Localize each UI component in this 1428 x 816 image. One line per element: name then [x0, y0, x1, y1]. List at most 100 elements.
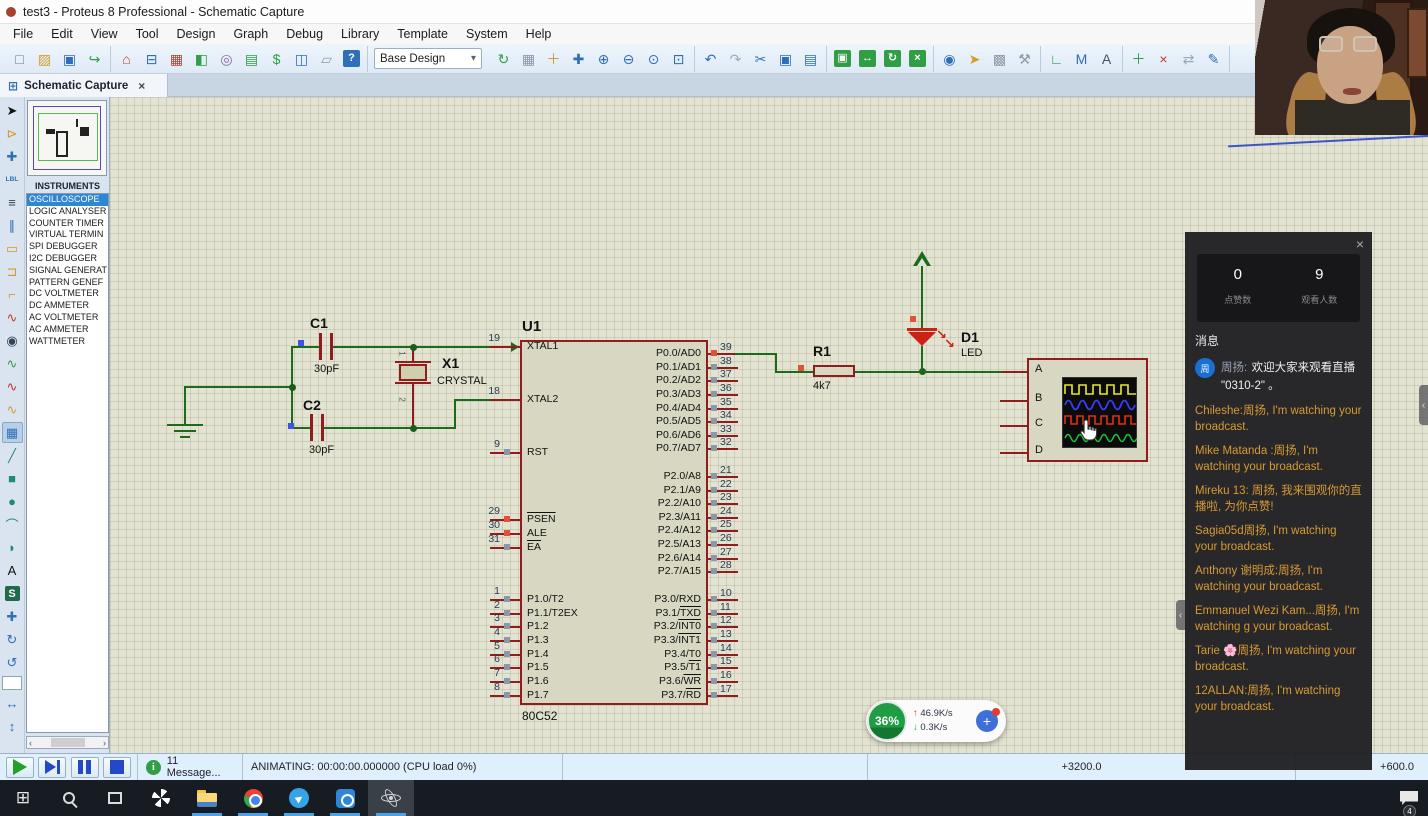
paste-button[interactable]: ▤: [799, 47, 822, 70]
taskbar-search[interactable]: [46, 780, 92, 816]
help-button[interactable]: ?: [340, 47, 363, 70]
3d-viewer-button[interactable]: ◧: [190, 47, 213, 70]
new-design-button[interactable]: □: [8, 47, 31, 70]
chat-collapse-handle[interactable]: ‹: [1176, 600, 1185, 630]
instrument-counter-timer[interactable]: COUNTER TIMER: [27, 218, 108, 230]
scroll-left-icon[interactable]: ‹: [29, 738, 32, 748]
toggle-grid-button[interactable]: ▦: [517, 47, 540, 70]
graph-mode-button[interactable]: ∿: [2, 307, 23, 328]
menu-graph[interactable]: Graph: [224, 25, 277, 43]
decompose-button[interactable]: ⚒: [1013, 47, 1036, 70]
search-and-tag-button[interactable]: M: [1070, 47, 1093, 70]
play-button[interactable]: [6, 757, 34, 778]
pause-button[interactable]: [71, 757, 99, 778]
instrument-dc-voltmeter[interactable]: DC VOLTMETER: [27, 288, 108, 300]
menu-library[interactable]: Library: [332, 25, 388, 43]
design-notes-button[interactable]: ✎: [1202, 47, 1225, 70]
project-notes-button[interactable]: ▱: [315, 47, 338, 70]
close-icon[interactable]: ×: [1356, 236, 1364, 252]
device-pin-mode-button[interactable]: ⌐: [2, 284, 23, 305]
rotate-anticlockwise-button[interactable]: ↺: [2, 652, 23, 673]
voltage-probe-mode-button[interactable]: ∿: [2, 376, 23, 397]
save-design-button[interactable]: ▣: [58, 47, 81, 70]
scrollbar-thumb[interactable]: [51, 738, 85, 747]
schematic-overview[interactable]: [27, 100, 107, 176]
zoom-out-button[interactable]: ⊖: [617, 47, 640, 70]
origin-button[interactable]: ＋: [542, 47, 565, 70]
text-script-mode-button[interactable]: ≡: [2, 192, 23, 213]
scroll-right-icon[interactable]: ›: [103, 738, 106, 748]
instrument-virtual-termin[interactable]: VIRTUAL TERMIN: [27, 229, 108, 241]
instrument-wattmeter[interactable]: WATTMETER: [27, 336, 108, 348]
instrument-i2c-debugger[interactable]: I2C DEBUGGER: [27, 253, 108, 265]
taskbar-proteus[interactable]: [368, 780, 414, 816]
home-page-button[interactable]: ⌂: [115, 47, 138, 70]
instrument-oscilloscope[interactable]: OSCILLOSCOPE: [27, 194, 108, 206]
new-sheet-button[interactable]: ＋: [1127, 47, 1150, 70]
2d-symbol-button[interactable]: S: [2, 583, 23, 604]
menu-help[interactable]: Help: [517, 25, 561, 43]
current-probe-mode-button[interactable]: ∿: [2, 399, 23, 420]
virtual-instruments-mode-button[interactable]: ▦: [2, 422, 23, 443]
component-mode-button[interactable]: ⊳: [2, 123, 23, 144]
subcircuit-mode-button[interactable]: ▭: [2, 238, 23, 259]
wire-autorouter-button[interactable]: ∟: [1045, 47, 1068, 70]
chat-message-list[interactable]: 周 周扬: 欢迎大家来观看直播 "0310-2" 。 Chileshe:周扬, …: [1185, 354, 1372, 764]
wire-label-mode-button[interactable]: LBL: [2, 169, 23, 190]
instrument-pattern-genef[interactable]: PATTERN GENEF: [27, 277, 108, 289]
zoom-in-button[interactable]: ⊕: [592, 47, 615, 70]
vsm-studio-button[interactable]: ◫: [290, 47, 313, 70]
taskbar-camera-app[interactable]: [322, 780, 368, 816]
panel-scrollbar[interactable]: ‹ ›: [26, 736, 109, 749]
instrument-logic-analyser[interactable]: LOGIC ANALYSER: [27, 206, 108, 218]
redraw-button[interactable]: ↻: [492, 47, 515, 70]
stop-button[interactable]: [103, 757, 131, 778]
property-assignment-button[interactable]: A: [1095, 47, 1118, 70]
2d-arc-button[interactable]: ⌒: [2, 514, 23, 535]
menu-view[interactable]: View: [82, 25, 127, 43]
design-explorer-button[interactable]: ▤: [240, 47, 263, 70]
taskbar-pinwheel-app[interactable]: [138, 780, 184, 816]
junction-mode-button[interactable]: ✚: [2, 146, 23, 167]
taskbar-messenger-app[interactable]: ▶: [276, 780, 322, 816]
taskbar-file-explorer[interactable]: [184, 780, 230, 816]
bus-mode-button[interactable]: ∥: [2, 215, 23, 236]
menu-system[interactable]: System: [457, 25, 517, 43]
menu-debug[interactable]: Debug: [277, 25, 332, 43]
instrument-dc-ammeter[interactable]: DC AMMETER: [27, 300, 108, 312]
taskbar-task-view[interactable]: [92, 780, 138, 816]
panel-collapse-handle[interactable]: ‹: [1419, 385, 1428, 425]
tab-close-icon[interactable]: ×: [138, 79, 145, 93]
network-monitor-widget[interactable]: 36% ↑ 46.9K/s ↓ 0.3K/s +: [866, 700, 1006, 742]
pcb-layout-button[interactable]: ▦: [165, 47, 188, 70]
redo-button[interactable]: ↷: [724, 47, 747, 70]
selection-mode-button[interactable]: ➤: [2, 100, 23, 121]
copy-button[interactable]: ▣: [774, 47, 797, 70]
mirror-y-button[interactable]: ↕: [2, 716, 23, 737]
2d-box-button[interactable]: ■: [2, 468, 23, 489]
make-device-button[interactable]: ➤: [963, 47, 986, 70]
instrument-spi-debugger[interactable]: SPI DEBUGGER: [27, 241, 108, 253]
block-move-button[interactable]: ↔: [856, 47, 879, 70]
design-selector[interactable]: Base Design ▾: [374, 48, 482, 69]
undo-button[interactable]: ↶: [699, 47, 722, 70]
block-rotate-button[interactable]: ↻: [881, 47, 904, 70]
step-button[interactable]: [38, 757, 66, 778]
pan-button[interactable]: ✚: [567, 47, 590, 70]
remove-sheet-button[interactable]: ×: [1152, 47, 1175, 70]
2d-path-button[interactable]: ◗: [2, 537, 23, 558]
block-delete-button[interactable]: ×: [906, 47, 929, 70]
mirror-x-button[interactable]: ↔: [2, 693, 23, 714]
generator-mode-button[interactable]: ∿: [2, 353, 23, 374]
tape-recorder-mode-button[interactable]: ◉: [2, 330, 23, 351]
rotation-angle-input[interactable]: [2, 676, 22, 690]
menu-design[interactable]: Design: [168, 25, 225, 43]
menu-edit[interactable]: Edit: [42, 25, 82, 43]
open-design-button[interactable]: ▨: [33, 47, 56, 70]
taskbar-chrome[interactable]: [230, 780, 276, 816]
terminal-mode-button[interactable]: ⊐: [2, 261, 23, 282]
instrument-signal-generat[interactable]: SIGNAL GENERAT: [27, 265, 108, 277]
2d-circle-button[interactable]: ●: [2, 491, 23, 512]
2d-line-button[interactable]: ╱: [2, 445, 23, 466]
2d-marker-button[interactable]: ✚: [2, 606, 23, 627]
